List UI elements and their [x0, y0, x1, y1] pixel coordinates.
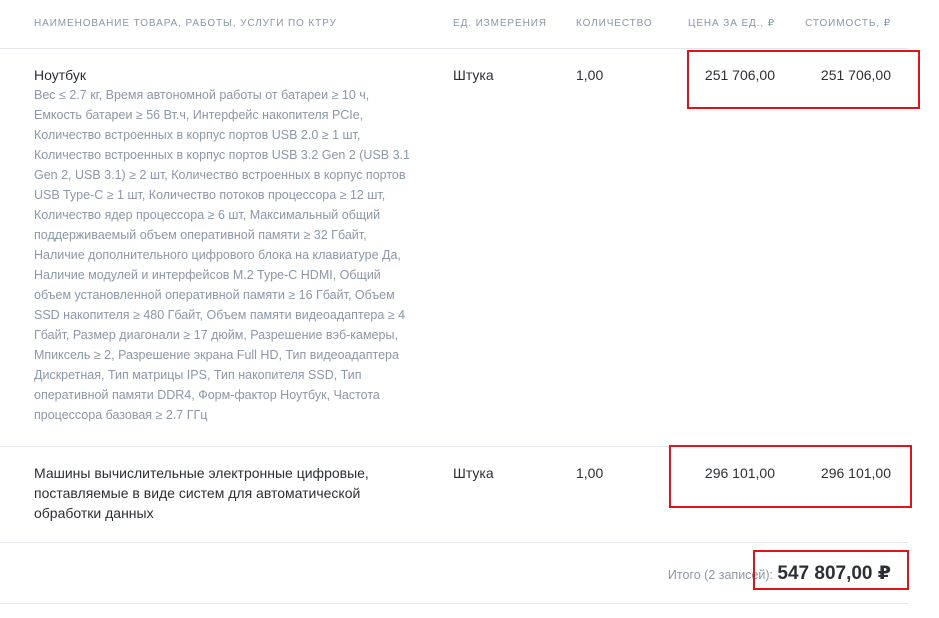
description-line: Количество встроенных в корпус портов US… — [34, 128, 361, 142]
description-line: Наличие модулей и интерфейсов M.2 Type-C… — [34, 268, 381, 282]
description-line: Количество ядер процессора ≥ 6 шт, Макси… — [34, 208, 381, 222]
total-value: 547 807,00 ₽ — [777, 563, 891, 584]
header-unit: ЕД. ИЗМЕРЕНИЯ — [453, 18, 547, 29]
description-line: Наличие дополнительного цифрового блока … — [34, 248, 401, 262]
item-quantity: 1,00 — [576, 67, 604, 83]
description-line: Вес ≤ 2.7 кг, Время автономной работы от… — [34, 88, 370, 102]
item-cost: 251 706,00 — [820, 67, 891, 83]
item-quantity: 1,00 — [576, 465, 604, 481]
item-unit: Штука — [453, 465, 494, 481]
item-title-line: поставляемые в виде систем для автоматич… — [34, 485, 361, 501]
table-row: Машины вычислительные электронные цифров… — [0, 447, 908, 543]
description-line: Мпиксель ≥ 2, Разрешение экрана Full HD,… — [34, 348, 399, 362]
item-description: Вес ≤ 2.7 кг, Время автономной работы от… — [34, 85, 426, 425]
item-title-line: обработки данных — [34, 505, 154, 521]
total-label: Итого (2 записей): — [667, 568, 773, 582]
description-line: SSD накопителя ≥ 480 Гбайт, Объем памяти… — [34, 308, 406, 322]
procurement-items-table: НАИМЕНОВАНИЕ ТОВАРА, РАБОТЫ, УСЛУГИ ПО К… — [0, 0, 908, 604]
description-line: Гбайт, Размер диагонали ≥ 17 дюйм, Разре… — [34, 328, 398, 342]
description-line: объем установленной оперативной памяти ≥… — [34, 288, 395, 302]
table-header: НАИМЕНОВАНИЕ ТОВАРА, РАБОТЫ, УСЛУГИ ПО К… — [0, 0, 908, 49]
description-line: Количество встроенных в корпус портов US… — [34, 148, 410, 162]
item-name-cell: Ноутбук Вес ≤ 2.7 кг, Время автономной р… — [34, 65, 426, 425]
description-line: оперативной памяти DDR4, Форм-фактор Ноу… — [34, 388, 380, 402]
item-title-line: Машины вычислительные электронные цифров… — [34, 465, 369, 481]
header-quantity: КОЛИЧЕСТВО — [576, 18, 653, 29]
description-line: USB Type-C ≥ 1 шт, Количество потоков пр… — [34, 188, 386, 202]
item-price: 251 706,00 — [704, 67, 775, 83]
description-line: поддерживаемый объем оперативной памяти … — [34, 228, 367, 242]
header-cost: СТОИМОСТЬ, ₽ — [805, 18, 891, 29]
header-price: ЦЕНА ЗА ЕД., ₽ — [688, 18, 775, 29]
item-cost: 296 101,00 — [820, 465, 891, 481]
description-line: Gen 2, USB 3.1) ≥ 2 шт, Количество встро… — [34, 168, 406, 182]
table-row: Ноутбук Вес ≤ 2.7 кг, Время автономной р… — [0, 49, 908, 447]
item-unit: Штука — [453, 67, 494, 83]
total-row: Итого (2 записей): 547 807,00 ₽ — [0, 543, 908, 604]
description-line: процессора базовая ≥ 2.7 ГГц — [34, 408, 208, 422]
header-name: НАИМЕНОВАНИЕ ТОВАРА, РАБОТЫ, УСЛУГИ ПО К… — [34, 18, 337, 29]
item-price: 296 101,00 — [704, 465, 775, 481]
item-name-cell: Машины вычислительные электронные цифров… — [34, 463, 394, 523]
description-line: Емкость батареи ≥ 56 Вт.ч, Интерфейс нак… — [34, 108, 364, 122]
description-line: Дискретная, Тип матрицы IPS, Тип накопит… — [34, 368, 362, 382]
item-title: Ноутбук — [34, 67, 86, 83]
